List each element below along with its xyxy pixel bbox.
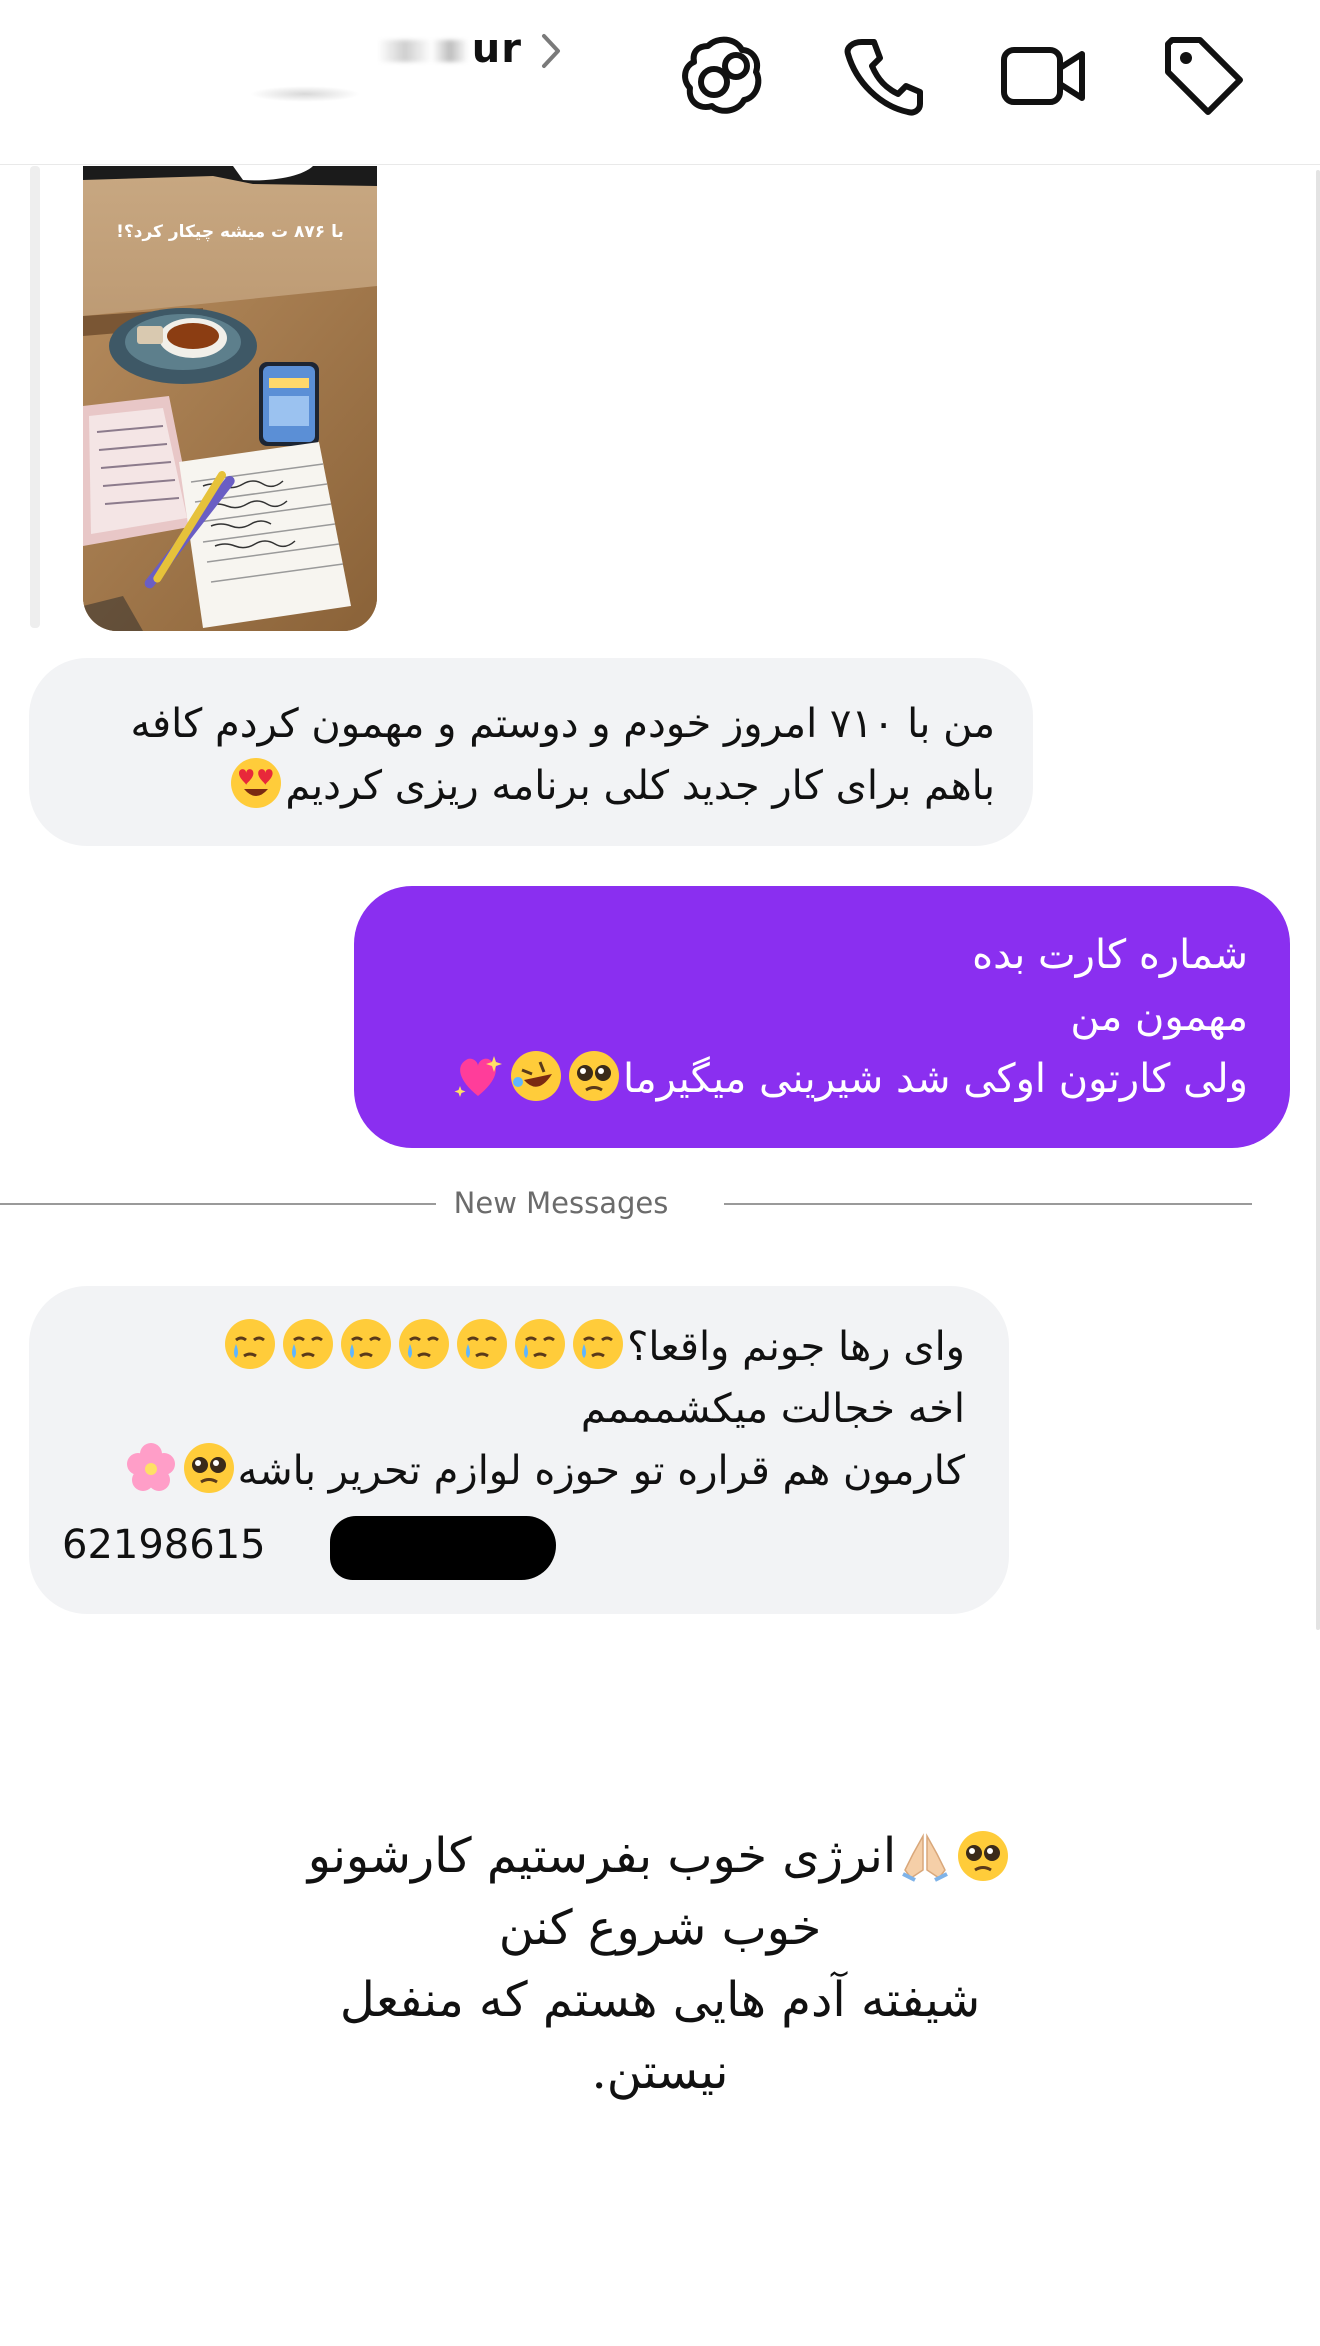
crying-face-emoji-icon [572, 1318, 624, 1370]
crying-face-emoji-icon [282, 1318, 334, 1370]
sparkling-heart-emoji-icon [452, 1050, 504, 1102]
redaction-mark [330, 1516, 556, 1580]
cherry-blossom-emoji-icon [125, 1442, 177, 1494]
crying-face-emoji-icon [398, 1318, 450, 1370]
divider-right [724, 1186, 1252, 1220]
story-caption: با ۸۷۶ ت میشه چیکار کرد؟! [116, 222, 344, 242]
chevron-right-icon[interactable] [530, 26, 570, 76]
new-messages-label: New Messages [453, 1186, 669, 1220]
tag-icon[interactable] [1158, 30, 1248, 120]
caption-line: خوب شروع کنن [498, 1900, 822, 1956]
story-thumbnail[interactable]: با ۸۷۶ ت میشه چیکار کرد؟! [83, 166, 377, 631]
crying-face-emoji-icon [340, 1318, 392, 1370]
video-camera-icon[interactable] [998, 30, 1088, 120]
pleading-face-emoji-icon [957, 1830, 1009, 1882]
scrollbar[interactable] [1316, 170, 1320, 1630]
pleading-face-emoji-icon [183, 1442, 235, 1494]
rofl-emoji-icon [510, 1050, 562, 1102]
message-line: مهمون من [1070, 994, 1248, 1040]
card-number-text: 62198615 [62, 1522, 266, 1568]
message-line: وای رها جونم واقعا؟ [29, 1316, 965, 1378]
message-line: من با ۷۱۰ امروز خودم و دوستم و مهمون کرد… [130, 701, 996, 747]
caption-line: نیستن. [591, 2044, 729, 2100]
message-line: باهم برای کار جدید کلی برنامه ریزی کردیم [29, 755, 995, 817]
pleading-face-emoji-icon [568, 1050, 620, 1102]
divider-left [0, 1186, 436, 1220]
group-faces-icon[interactable] [678, 30, 768, 120]
message-line: شماره کارت بده [972, 932, 1248, 978]
overlay-caption: انرژی خوب بفرستیم کارشونو خوب شروع کنن ش… [200, 1820, 1120, 2108]
heart-eyes-emoji-icon [230, 757, 282, 809]
message-line: ولی کارتون اوکی شد شیرینی میگیرما [354, 1048, 1248, 1110]
message-line: اخه خجالت میکشمممم [580, 1386, 965, 1432]
redacted-subtitle [250, 86, 360, 102]
phone-icon[interactable] [838, 30, 928, 120]
caption-line: شیفته آدم هایی هستم که منفعل [339, 1972, 981, 2028]
outgoing-message-bubble[interactable]: شماره کارت بده مهمون من ولی کارتون اوکی … [354, 886, 1290, 1148]
message-line: کارمون هم قراره تو حوزه لوازم تحریر باشه [29, 1440, 965, 1502]
incoming-message-bubble[interactable]: من با ۷۱۰ امروز خودم و دوستم و مهمون کرد… [29, 658, 1033, 846]
contact-name-text: ur [471, 26, 522, 72]
chat-header: ur [0, 0, 1320, 165]
redacted-name [377, 40, 468, 62]
reply-indicator-line [30, 166, 40, 628]
contact-name[interactable]: ur [377, 26, 522, 72]
crying-face-emoji-icon [456, 1318, 508, 1370]
crying-face-emoji-icon [514, 1318, 566, 1370]
crying-face-emoji-icon [224, 1318, 276, 1370]
folded-hands-emoji-icon [899, 1830, 951, 1882]
contact-title[interactable]: ur [250, 18, 570, 102]
caption-line: انرژی خوب بفرستیم کارشونو [200, 1820, 1120, 1892]
